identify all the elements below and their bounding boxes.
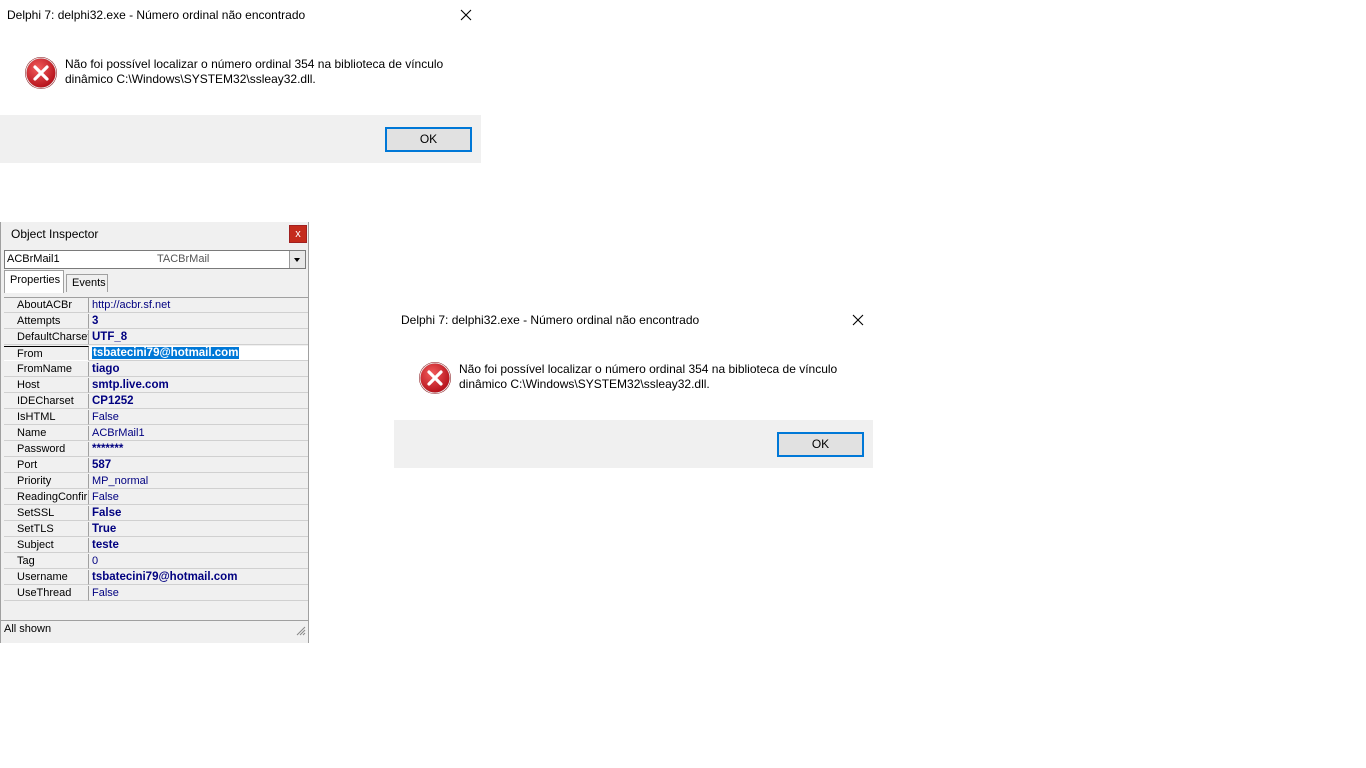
object-name: ACBrMail1 — [7, 253, 60, 265]
property-value[interactable]: 3 — [89, 314, 308, 329]
property-value[interactable]: True — [89, 522, 308, 537]
property-name[interactable]: Attempts — [4, 314, 89, 329]
close-icon[interactable] — [451, 0, 481, 31]
property-row[interactable]: SetTLS True — [4, 522, 308, 538]
property-row[interactable]: UseThread False — [4, 586, 308, 602]
dialog-message: Não foi possível localizar o número ordi… — [459, 362, 838, 391]
property-row[interactable]: Host smtp.live.com — [4, 378, 308, 394]
property-row[interactable]: From tsbatecini79@hotmail.com — [4, 346, 308, 362]
dialog-title: Delphi 7: delphi32.exe - Número ordinal … — [401, 313, 700, 327]
selected-text[interactable]: tsbatecini79@hotmail.com — [92, 347, 240, 359]
property-value[interactable]: ACBrMail1 — [89, 426, 308, 441]
property-value[interactable]: CP1252 — [89, 394, 308, 409]
property-name[interactable]: Host — [4, 378, 89, 393]
property-name[interactable]: AboutACBr — [4, 298, 89, 313]
property-grid: AboutACBr http://acbr.sf.net Attempts 3 Defa… — [4, 297, 308, 628]
property-row[interactable]: Attempts 3 — [4, 314, 308, 330]
property-name[interactable]: Tag — [4, 554, 89, 569]
tab-events[interactable]: Events — [66, 274, 108, 292]
object-inspector-title: Object Inspector — [11, 227, 99, 241]
property-value[interactable]: UTF_8 — [89, 330, 308, 345]
close-icon[interactable]: x — [289, 225, 307, 243]
property-row[interactable]: Priority MP_normal — [4, 474, 308, 490]
error-icon — [25, 57, 57, 89]
dialog-footer: OK — [0, 115, 481, 163]
property-value[interactable]: False — [89, 506, 308, 521]
property-row[interactable]: Name ACBrMail1 — [4, 426, 308, 442]
property-value-input[interactable]: tsbatecini79@hotmail.com — [89, 346, 308, 361]
property-value[interactable]: smtp.live.com — [89, 378, 308, 393]
property-name[interactable]: From — [4, 346, 89, 361]
property-name[interactable]: UseThread — [4, 586, 89, 601]
property-name[interactable]: Priority — [4, 474, 89, 489]
property-name[interactable]: Port — [4, 458, 89, 473]
ok-button[interactable]: OK — [385, 127, 472, 152]
property-name[interactable]: Subject — [4, 538, 89, 553]
resize-grip-icon[interactable] — [296, 626, 306, 636]
property-row[interactable]: FromName tiago — [4, 362, 308, 378]
chevron-down-icon[interactable] — [289, 251, 305, 268]
property-value[interactable]: tsbatecini79@hotmail.com — [89, 570, 308, 585]
property-row[interactable]: IsHTML False — [4, 410, 308, 426]
property-row[interactable]: Username tsbatecini79@hotmail.com — [4, 570, 308, 586]
property-value[interactable]: 0 — [89, 554, 308, 569]
dialog-title: Delphi 7: delphi32.exe - Número ordinal … — [7, 8, 306, 22]
dialog-message: Não foi possível localizar o número ordi… — [65, 57, 444, 86]
property-value[interactable]: ******* — [89, 442, 308, 457]
property-row[interactable]: IDECharset CP1252 — [4, 394, 308, 410]
property-value[interactable]: http://acbr.sf.net — [89, 298, 308, 313]
close-icon[interactable] — [843, 305, 873, 336]
property-name[interactable]: IDECharset — [4, 394, 89, 409]
property-row[interactable]: AboutACBr http://acbr.sf.net — [4, 298, 308, 314]
object-type: TACBrMail — [157, 253, 210, 265]
property-name[interactable]: ReadingConfirm — [4, 490, 89, 505]
object-selector-combo[interactable]: ACBrMail1 TACBrMail — [4, 250, 306, 269]
property-value[interactable]: 587 — [89, 458, 308, 473]
property-name[interactable]: Username — [4, 570, 89, 585]
property-name[interactable]: FromName — [4, 362, 89, 377]
tab-properties[interactable]: Properties — [4, 270, 64, 293]
property-row[interactable]: ReadingConfirm False — [4, 490, 308, 506]
property-name[interactable]: SetTLS — [4, 522, 89, 537]
property-name[interactable]: IsHTML — [4, 410, 89, 425]
dialog-titlebar[interactable]: Delphi 7: delphi32.exe - Número ordinal … — [394, 305, 873, 336]
error-icon — [419, 362, 451, 394]
ok-button[interactable]: OK — [777, 432, 864, 457]
error-dialog-top: Delphi 7: delphi32.exe - Número ordinal … — [0, 0, 481, 163]
dialog-footer: OK — [394, 420, 873, 468]
property-name[interactable]: DefaultCharset — [4, 330, 89, 345]
property-row[interactable]: Subject teste — [4, 538, 308, 554]
status-bar: All shown — [1, 620, 308, 638]
property-value[interactable]: teste — [89, 538, 308, 553]
error-dialog-center: Delphi 7: delphi32.exe - Número ordinal … — [394, 305, 873, 468]
property-row[interactable]: Port 587 — [4, 458, 308, 474]
object-inspector: Object Inspector x ACBrMail1 TACBrMail P… — [0, 222, 309, 643]
dialog-content: Não foi possível localizar o número ordi… — [394, 336, 873, 420]
status-text: All shown — [4, 623, 52, 635]
property-row[interactable]: Password ******* — [4, 442, 308, 458]
property-row[interactable]: SetSSL False — [4, 506, 308, 522]
property-value[interactable]: tiago — [89, 362, 308, 377]
property-row[interactable]: Tag 0 — [4, 554, 308, 570]
property-value[interactable]: MP_normal — [89, 474, 308, 489]
property-value[interactable]: False — [89, 586, 308, 601]
dialog-content: Não foi possível localizar o número ordi… — [0, 31, 481, 115]
property-row[interactable]: DefaultCharset UTF_8 — [4, 330, 308, 346]
property-name[interactable]: SetSSL — [4, 506, 89, 521]
dialog-titlebar[interactable]: Delphi 7: delphi32.exe - Número ordinal … — [0, 0, 481, 31]
property-name[interactable]: Name — [4, 426, 89, 441]
property-value[interactable]: False — [89, 490, 308, 505]
property-name[interactable]: Password — [4, 442, 89, 457]
property-value[interactable]: False — [89, 410, 308, 425]
